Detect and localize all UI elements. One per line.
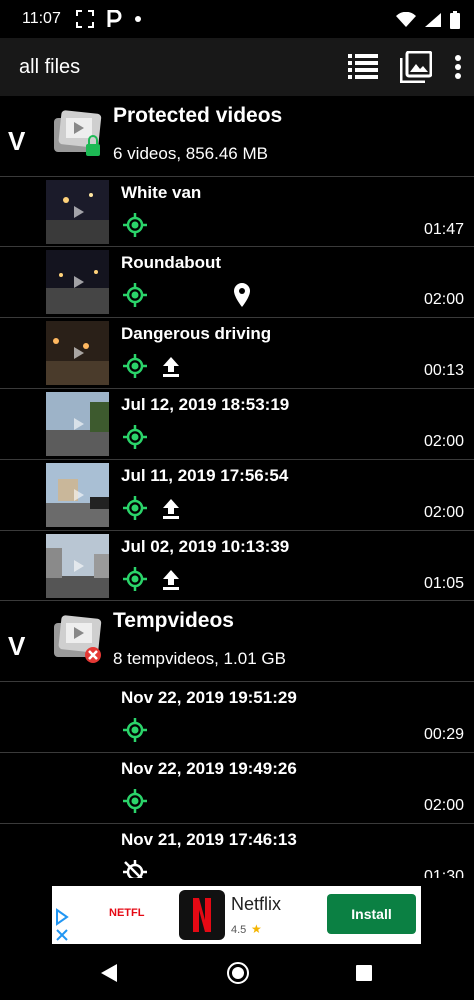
ad-banner[interactable]: NETFL Netflix 4.5 ★ Install: [0, 878, 474, 954]
install-button[interactable]: Install: [327, 894, 416, 934]
video-duration: 00:13: [423, 362, 464, 379]
status-left-icons: [76, 10, 142, 28]
map-pin-icon: [234, 283, 250, 307]
home-icon[interactable]: [226, 961, 250, 985]
gps-location-icon: [123, 354, 147, 378]
nav-bar: [0, 954, 474, 1000]
upload-icon: [163, 499, 179, 519]
recents-icon[interactable]: [356, 965, 372, 981]
video-row[interactable]: Nov 22, 2019 19:51:29 00:29: [0, 682, 474, 752]
app-bar-actions: [348, 51, 462, 83]
group-subtitle: 8 tempvideos, 1.01 GB: [113, 649, 286, 668]
gallery-view-icon[interactable]: [400, 51, 432, 83]
netflix-logo-icon: [179, 890, 225, 940]
star-icon: ★: [251, 922, 262, 936]
video-thumbnail: [46, 392, 109, 456]
gps-location-icon: [123, 567, 147, 591]
video-row[interactable]: Roundabout 02:00: [0, 247, 474, 317]
app-bar: all files: [0, 38, 474, 96]
video-title: Dangerous driving: [121, 324, 272, 343]
ad-brand-small: NETFL: [109, 907, 145, 919]
video-row[interactable]: Jul 12, 2019 18:53:19 02:00: [0, 389, 474, 459]
video-title: Jul 12, 2019 18:53:19: [121, 395, 290, 414]
video-row[interactable]: Dangerous driving 00:13: [0, 318, 474, 388]
gps-location-icon: [123, 283, 147, 307]
parking-p-icon: [107, 10, 122, 27]
status-right-icons: [396, 11, 460, 29]
group-subtitle: 6 videos, 856.46 MB: [113, 144, 268, 163]
group-header-tempvideos[interactable]: V Tempvideos 8 tempvideos, 1.01 GB: [0, 601, 474, 683]
video-row[interactable]: Jul 11, 2019 17:56:54 02:00: [0, 460, 474, 530]
video-row[interactable]: Jul 02, 2019 10:13:39 01:05: [0, 531, 474, 601]
video-duration: 00:29: [423, 726, 464, 743]
video-thumbnail: [46, 463, 109, 527]
install-button-label: Install: [351, 906, 392, 922]
signal-icon: [425, 13, 441, 27]
video-title: Roundabout: [121, 253, 222, 272]
gps-location-icon: [123, 789, 147, 813]
video-row[interactable]: White van 01:47: [0, 177, 474, 247]
video-folder-lock-icon: [54, 110, 102, 156]
video-thumbnail: [46, 250, 109, 314]
video-duration: 01:05: [423, 575, 464, 592]
list-view-icon[interactable]: [348, 52, 378, 82]
video-title: Jul 11, 2019 17:56:54: [121, 466, 289, 485]
video-title: White van: [121, 183, 202, 202]
ad-rating: 4.5: [231, 924, 247, 936]
wifi-icon: [396, 12, 416, 27]
ad-right-panel[interactable]: Netflix 4.5 ★ Install: [173, 886, 421, 944]
video-duration: 02:00: [423, 504, 464, 521]
battery-icon: [450, 11, 460, 29]
video-duration: 02:00: [423, 433, 464, 450]
video-title: Nov 22, 2019 19:51:29: [121, 688, 297, 707]
back-icon[interactable]: [100, 963, 118, 983]
video-title: Nov 21, 2019 17:46:13: [121, 830, 297, 849]
chevron-down-icon[interactable]: V: [8, 126, 25, 157]
status-time: 11:07: [22, 10, 61, 27]
status-bar: 11:07: [0, 0, 474, 38]
ad-left-panel[interactable]: NETFL: [52, 886, 173, 944]
gps-location-icon: [123, 496, 147, 520]
page-title: all files: [19, 56, 81, 78]
video-thumbnail: [46, 321, 109, 385]
video-duration: 01:47: [423, 221, 464, 238]
video-thumbnail: [46, 534, 109, 598]
chevron-down-icon[interactable]: V: [8, 631, 25, 662]
upload-icon: [163, 570, 179, 590]
video-duration: 02:00: [423, 797, 464, 814]
video-row[interactable]: Nov 22, 2019 19:49:26 02:00: [0, 753, 474, 823]
video-title: Jul 02, 2019 10:13:39: [121, 537, 290, 556]
video-folder-remove-icon: [54, 615, 102, 663]
gps-location-icon: [123, 425, 147, 449]
group-title: Tempvideos: [113, 609, 234, 632]
group-title: Protected videos: [113, 104, 283, 127]
screenshot-frame-icon: [76, 10, 94, 28]
ad-app-name: Netflix: [231, 894, 282, 914]
group-header-protected[interactable]: V Protected videos 6 videos, 856.46 MB: [0, 96, 474, 178]
gps-location-icon: [123, 718, 147, 742]
dot-icon: [135, 16, 141, 22]
video-thumbnail: [46, 180, 109, 244]
more-vert-icon[interactable]: [454, 53, 462, 81]
gps-location-icon: [123, 213, 147, 237]
ad-choices-icon[interactable]: [55, 908, 69, 942]
upload-icon: [163, 357, 179, 377]
video-duration: 02:00: [423, 291, 464, 308]
video-title: Nov 22, 2019 19:49:26: [121, 759, 297, 778]
